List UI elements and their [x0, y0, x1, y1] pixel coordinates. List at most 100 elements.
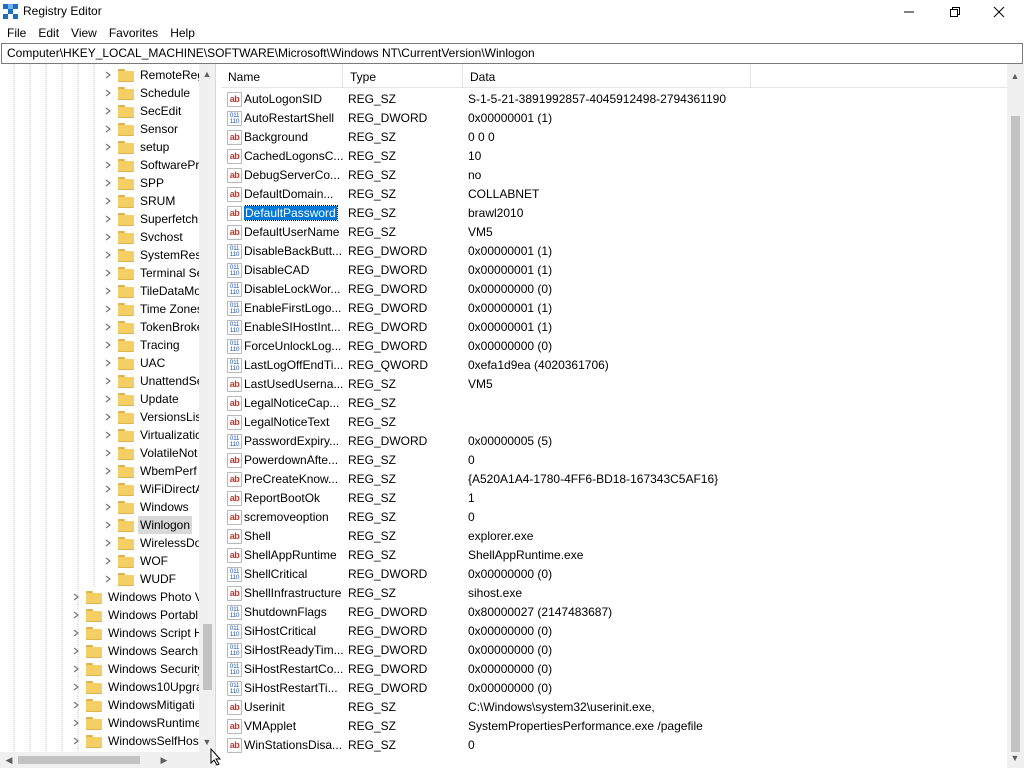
value-row[interactable]: 011 110 EnableSIHostInt... REG_DWORD 0x0000… — [221, 318, 1007, 337]
column-header-name[interactable]: Name — [221, 64, 343, 88]
chevron-right-icon[interactable] — [102, 534, 114, 552]
chevron-right-icon[interactable] — [70, 678, 82, 696]
tree-item[interactable]: SPP — [102, 174, 166, 192]
chevron-right-icon[interactable] — [70, 696, 82, 714]
values-list-pane[interactable]: Name Type Data ab AutoLogonSID REG_SZ S-1-5… — [221, 64, 1024, 768]
chevron-right-icon[interactable] — [70, 588, 82, 606]
column-header-data[interactable]: Data — [463, 64, 751, 88]
tree-item[interactable]: Windows10Upgra — [70, 678, 205, 696]
value-row[interactable]: ab ReportBootOk REG_SZ 1 — [221, 489, 1007, 508]
menu-favorites[interactable]: Favorites — [103, 23, 164, 43]
tree-horizontal-scroll-thumb[interactable] — [18, 756, 140, 764]
chevron-right-icon[interactable] — [102, 408, 114, 426]
tree-item[interactable]: Sensor — [102, 120, 180, 138]
tree-item[interactable]: Tracing — [102, 336, 182, 354]
chevron-right-icon[interactable] — [102, 120, 114, 138]
tree-item[interactable]: Windows — [102, 498, 191, 516]
value-row[interactable]: 011 110 PasswordExpiry... REG_DWORD 0x00000… — [221, 432, 1007, 451]
menu-edit[interactable]: Edit — [32, 23, 65, 43]
chevron-right-icon[interactable] — [102, 300, 114, 318]
chevron-right-icon[interactable] — [102, 444, 114, 462]
chevron-right-icon[interactable] — [102, 336, 114, 354]
scroll-left-arrow-icon[interactable]: ◀ — [1, 752, 17, 768]
tree-vertical-scroll-thumb[interactable] — [203, 624, 212, 690]
value-row[interactable]: 011 110 AutoRestartShell REG_DWORD 0x000000… — [221, 109, 1007, 128]
tree-item[interactable]: Svchost — [102, 228, 185, 246]
value-row[interactable]: ab CachedLogonsC... REG_SZ 10 — [221, 147, 1007, 166]
value-row[interactable]: ab PreCreateKnow... REG_SZ {A520A1A4-1780-4… — [221, 470, 1007, 489]
chevron-right-icon[interactable] — [70, 732, 82, 750]
tree-item[interactable]: WindowsSelfHost — [70, 732, 204, 750]
menu-help[interactable]: Help — [164, 23, 201, 43]
tree-item[interactable]: TokenBroke — [102, 318, 205, 336]
value-row[interactable]: ab VMApplet REG_SZ SystemPropertiesPerforma… — [221, 717, 1007, 736]
close-button[interactable] — [976, 0, 1022, 23]
value-row[interactable]: ab PowerdownAfte... REG_SZ 0 — [221, 451, 1007, 470]
chevron-right-icon[interactable] — [102, 516, 114, 534]
tree-item[interactable]: setup — [102, 138, 171, 156]
value-row[interactable]: ab LegalNoticeText REG_SZ — [221, 413, 1007, 432]
tree-item[interactable]: WUDF — [102, 570, 178, 588]
tree-item[interactable]: UnattendSe — [102, 372, 205, 390]
address-bar[interactable]: Computer\HKEY_LOCAL_MACHINE\SOFTWARE\Mic… — [1, 43, 1023, 64]
chevron-right-icon[interactable] — [102, 192, 114, 210]
value-row[interactable]: 011 110 ShutdownFlags REG_DWORD 0x80000027 … — [221, 603, 1007, 622]
column-header-type[interactable]: Type — [343, 64, 463, 88]
list-scroll-up-arrow-icon[interactable]: ▲ — [1007, 68, 1023, 84]
value-row[interactable]: 011 110 ShellCritical REG_DWORD 0x00000000 … — [221, 565, 1007, 584]
chevron-right-icon[interactable] — [102, 228, 114, 246]
value-row[interactable]: 011 110 EnableFirstLogo... REG_DWORD 0x0000… — [221, 299, 1007, 318]
chevron-right-icon[interactable] — [102, 210, 114, 228]
tree-item[interactable]: RemoteReg — [102, 66, 206, 84]
tree-item[interactable]: SRUM — [102, 192, 177, 210]
tree-item[interactable]: Update — [102, 390, 181, 408]
key-tree-pane[interactable]: RemoteReg Schedule SecEdit Sensor setup Softw… — [0, 64, 216, 768]
tree-item[interactable]: Winlogon — [102, 516, 193, 534]
tree-item[interactable]: Virtualizatic — [102, 426, 203, 444]
scroll-up-arrow-icon[interactable]: ▲ — [199, 66, 215, 82]
value-row[interactable]: ab Userinit REG_SZ C:\Windows\system32\user… — [221, 698, 1007, 717]
chevron-right-icon[interactable] — [102, 390, 114, 408]
tree-item[interactable]: WiFiDirectA — [102, 480, 205, 498]
tree-vertical-scrollbar[interactable]: ▲ ▼ — [199, 64, 215, 752]
tree-item[interactable]: SoftwarePr — [102, 156, 201, 174]
maximize-button[interactable] — [932, 0, 978, 23]
value-row[interactable]: ab DefaultUserName REG_SZ VM5 — [221, 223, 1007, 242]
value-row[interactable]: 011 110 SiHostRestartTi... REG_DWORD 0x0000… — [221, 679, 1007, 698]
chevron-right-icon[interactable] — [102, 174, 114, 192]
value-row[interactable]: ab DebugServerCo... REG_SZ no — [221, 166, 1007, 185]
tree-item[interactable]: Windows Photo V — [70, 588, 205, 606]
value-row[interactable]: 011 110 SiHostReadyTim... REG_DWORD 0x00000… — [221, 641, 1007, 660]
chevron-right-icon[interactable] — [102, 156, 114, 174]
chevron-right-icon[interactable] — [70, 606, 82, 624]
scroll-right-arrow-icon[interactable]: ▶ — [156, 752, 172, 768]
tree-item[interactable]: Windows Portabl — [70, 606, 200, 624]
chevron-right-icon[interactable] — [102, 480, 114, 498]
minimize-button[interactable] — [886, 0, 932, 23]
value-row[interactable]: 011 110 DisableCAD REG_DWORD 0x00000001 (1) — [221, 261, 1007, 280]
chevron-right-icon[interactable] — [102, 462, 114, 480]
menu-file[interactable]: File — [1, 23, 32, 43]
list-scroll-down-arrow-icon[interactable]: ▼ — [1007, 750, 1023, 766]
chevron-right-icon[interactable] — [102, 264, 114, 282]
chevron-right-icon[interactable] — [102, 372, 114, 390]
chevron-right-icon[interactable] — [102, 84, 114, 102]
tree-item[interactable]: SecEdit — [102, 102, 183, 120]
tree-item[interactable]: Time Zones — [102, 300, 205, 318]
list-vertical-scroll-thumb[interactable] — [1011, 116, 1020, 752]
tree-item[interactable]: VersionsList — [102, 408, 207, 426]
chevron-right-icon[interactable] — [102, 102, 114, 120]
value-row[interactable]: 011 110 DisableBackButt... REG_DWORD 0x0000… — [221, 242, 1007, 261]
value-row[interactable]: ab DefaultDomain... REG_SZ COLLABNET — [221, 185, 1007, 204]
tree-item[interactable]: Windows Security — [70, 660, 205, 678]
chevron-right-icon[interactable] — [70, 624, 82, 642]
value-row[interactable]: ab LegalNoticeCap... REG_SZ — [221, 394, 1007, 413]
tree-horizontal-scrollbar[interactable]: ◀ ▶ — [0, 752, 215, 768]
chevron-right-icon[interactable] — [102, 246, 114, 264]
tree-item[interactable]: WindowsMitigati — [70, 696, 197, 714]
value-row[interactable]: ab ShellInfrastructure REG_SZ sihost.exe — [221, 584, 1007, 603]
tree-item[interactable]: WindowsRuntime — [70, 714, 203, 732]
value-row[interactable]: ab LastUsedUserna... REG_SZ VM5 — [221, 375, 1007, 394]
chevron-right-icon[interactable] — [70, 642, 82, 660]
tree-item[interactable]: UAC — [102, 354, 167, 372]
